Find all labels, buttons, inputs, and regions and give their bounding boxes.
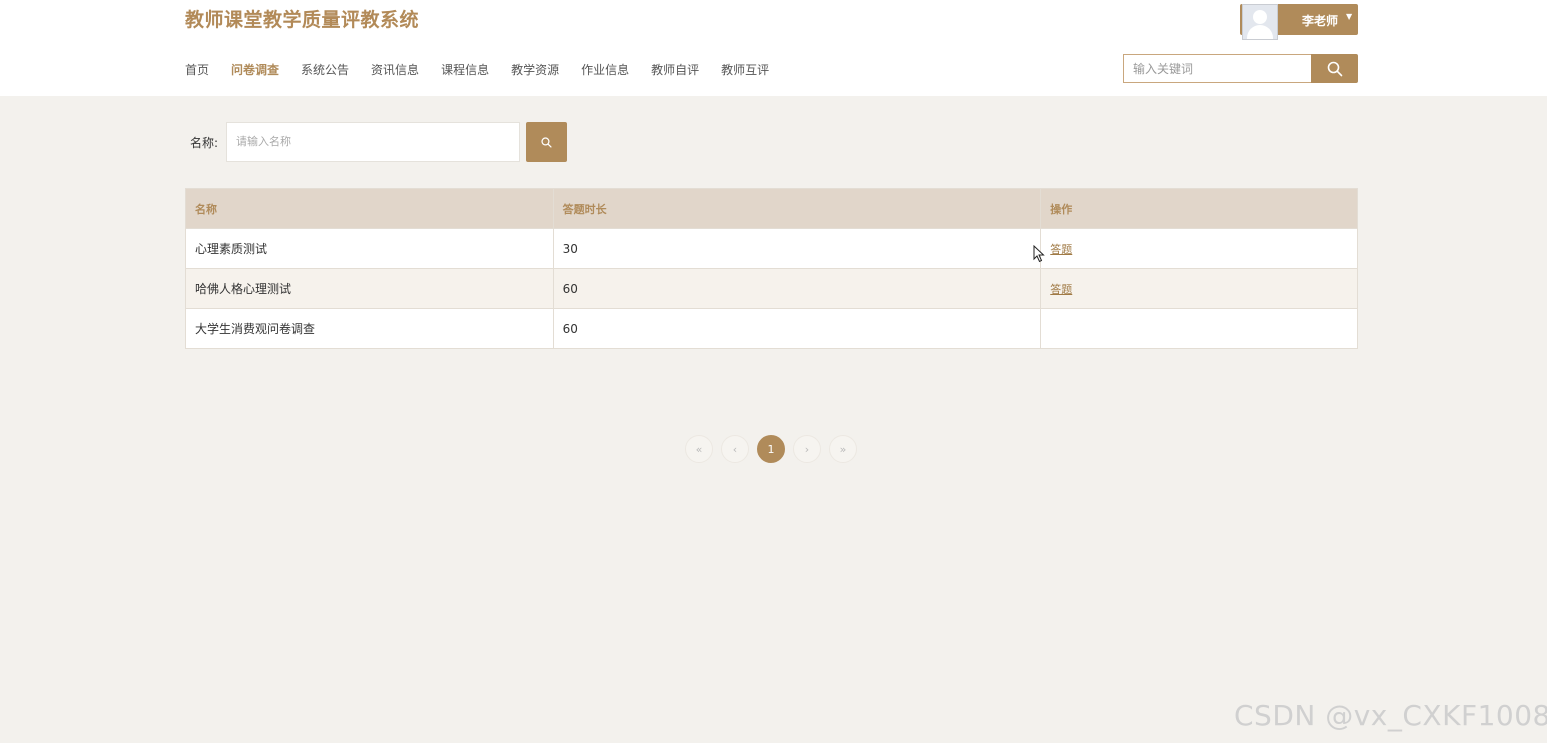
nav-item-courses[interactable]: 课程信息: [441, 61, 489, 78]
last-page-button[interactable]: »: [829, 435, 857, 463]
answer-link[interactable]: 答题: [1050, 243, 1072, 256]
site-title: 教师课堂教学质量评教系统: [185, 9, 420, 31]
avatar: [1242, 4, 1278, 40]
header-search-button[interactable]: [1311, 54, 1358, 83]
table-row: 心理素质测试 30 答题: [185, 228, 1358, 269]
nav-item-home[interactable]: 首页: [185, 61, 209, 78]
pagination: « ‹ 1 › »: [685, 435, 857, 463]
header-search-input[interactable]: [1123, 54, 1311, 83]
column-header-duration: 答题时长: [552, 188, 1042, 229]
nav-item-news[interactable]: 资讯信息: [371, 61, 419, 78]
next-page-button[interactable]: ›: [793, 435, 821, 463]
cell-duration: 60: [552, 308, 1042, 349]
cell-action: 答题: [1040, 268, 1358, 309]
cell-name: 哈佛人格心理测试: [185, 268, 554, 309]
mouse-cursor-icon: [1033, 245, 1045, 263]
first-page-button[interactable]: «: [685, 435, 713, 463]
caret-down-icon: ▼: [1346, 12, 1353, 21]
search-icon: [1327, 61, 1342, 76]
filter-search-button[interactable]: [526, 122, 567, 162]
cell-duration: 30: [552, 228, 1042, 269]
prev-page-button[interactable]: ‹: [721, 435, 749, 463]
cell-name: 心理素质测试: [185, 228, 554, 269]
answer-link[interactable]: 答题: [1050, 283, 1072, 296]
cell-duration: 60: [552, 268, 1042, 309]
nav-item-announcements[interactable]: 系统公告: [301, 61, 349, 78]
user-menu[interactable]: 李老师 ▼: [1240, 4, 1358, 40]
nav-item-resources[interactable]: 教学资源: [511, 61, 559, 78]
table-row: 哈佛人格心理测试 60 答题: [185, 268, 1358, 309]
cell-action: 答题: [1040, 228, 1358, 269]
survey-table: 名称 答题时长 操作 心理素质测试 30 答题 哈佛人格心理测试 60 答题 大…: [185, 188, 1358, 349]
column-header-name: 名称: [185, 188, 554, 229]
table-row: 大学生消费观问卷调查 60: [185, 308, 1358, 349]
name-filter-input[interactable]: [226, 122, 520, 162]
column-header-action: 操作: [1040, 188, 1358, 229]
header-search: [1123, 54, 1358, 83]
top-header: 教师课堂教学质量评教系统 李老师 ▼ 首页 问卷调查 系统公告 资讯信息 课程信…: [0, 0, 1547, 96]
watermark-text: CSDN @vx_CXKF10088: [1234, 699, 1547, 732]
user-name: 李老师: [1302, 14, 1339, 28]
page-number-button[interactable]: 1: [757, 435, 785, 463]
search-icon: [541, 136, 552, 148]
nav-item-self-evaluation[interactable]: 教师自评: [651, 61, 699, 78]
main-nav: 首页 问卷调查 系统公告 资讯信息 课程信息 教学资源 作业信息 教师自评 教师…: [185, 61, 791, 78]
nav-item-survey[interactable]: 问卷调查: [231, 61, 279, 78]
nav-item-peer-evaluation[interactable]: 教师互评: [721, 61, 769, 78]
name-filter-label: 名称:: [190, 136, 219, 150]
table-header-row: 名称 答题时长 操作: [185, 188, 1358, 229]
cell-name: 大学生消费观问卷调查: [185, 308, 554, 349]
cell-action: [1040, 308, 1358, 349]
nav-item-homework[interactable]: 作业信息: [581, 61, 629, 78]
